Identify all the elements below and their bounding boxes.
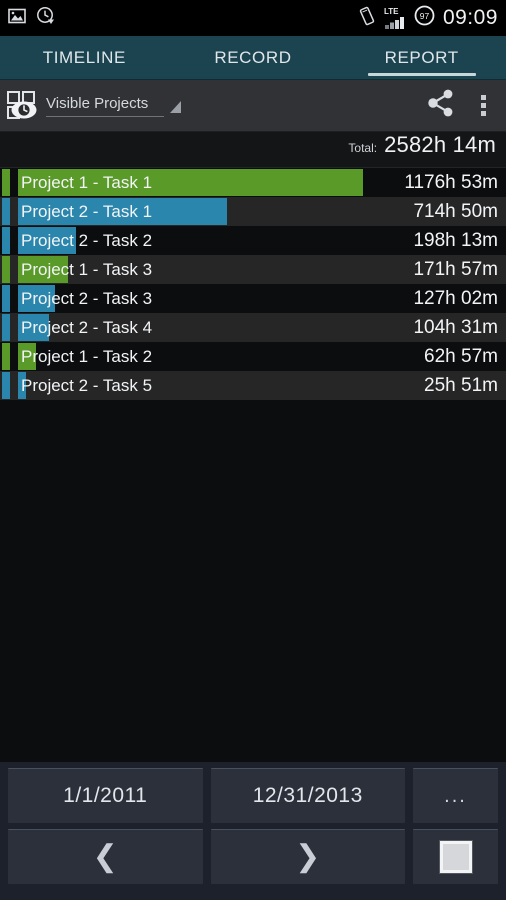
overflow-menu-icon[interactable] xyxy=(475,91,492,120)
table-row[interactable]: Project 2 - Task 3 127h 02m xyxy=(0,284,506,313)
status-bar-right-icons: LTE 97 09:09 xyxy=(358,5,498,31)
share-icon[interactable] xyxy=(425,88,457,123)
stop-button[interactable] xyxy=(413,829,498,884)
table-row[interactable]: Project 2 - Task 2 198h 13m xyxy=(0,226,506,255)
project-color-swatch xyxy=(2,314,10,341)
project-color-swatch xyxy=(2,343,10,370)
tab-report-label: REPORT xyxy=(384,47,459,67)
clock-arrow-icon xyxy=(36,6,56,31)
end-date-button[interactable]: 12/31/2013 xyxy=(210,768,405,823)
total-value: 2582h 14m xyxy=(384,132,496,157)
lte-signal-icon: LTE xyxy=(383,6,406,29)
table-row[interactable]: Project 2 - Task 4 104h 31m xyxy=(0,313,506,342)
table-row[interactable]: Project 1 - Task 1 1176h 53m xyxy=(0,168,506,197)
start-date-label: 1/1/2011 xyxy=(63,784,148,807)
tab-report[interactable]: REPORT xyxy=(337,36,506,79)
bottom-control-panel: 1/1/2011 12/31/2013 ... ❮ ❯ xyxy=(0,762,506,900)
empty-list-area xyxy=(0,400,506,762)
next-period-button[interactable]: ❯ xyxy=(210,829,405,884)
task-duration: 171h 57m xyxy=(413,258,498,280)
spinner-value: Visible Projects xyxy=(46,95,149,112)
task-duration: 127h 02m xyxy=(413,287,498,309)
total-label: Total: xyxy=(348,141,378,155)
report-bar-list: Project 1 - Task 1 1176h 53m Project 2 - T… xyxy=(0,168,506,400)
project-color-swatch xyxy=(2,169,10,196)
total-summary-bar: Total: 2582h 14m xyxy=(0,132,506,168)
task-duration: 198h 13m xyxy=(413,229,498,251)
chevron-left-icon: ❮ xyxy=(92,840,118,873)
chevron-right-icon: ❯ xyxy=(295,840,321,873)
task-name: Project 1 - Task 3 xyxy=(21,259,153,279)
app-root: LTE 97 09:09 TIMELINE RECORD REPORT Visi… xyxy=(0,0,506,900)
project-color-swatch xyxy=(2,256,10,283)
task-name: Project 1 - Task 1 xyxy=(21,172,153,192)
task-duration: 25h 51m xyxy=(424,374,498,396)
tab-record-label: RECORD xyxy=(214,47,292,67)
more-options-button[interactable]: ... xyxy=(413,768,498,823)
table-row[interactable]: Project 1 - Task 3 171h 57m xyxy=(0,255,506,284)
project-color-swatch xyxy=(2,285,10,312)
status-bar: LTE 97 09:09 xyxy=(0,0,506,36)
tab-record[interactable]: RECORD xyxy=(169,36,338,79)
task-name: Project 2 - Task 2 xyxy=(21,230,153,250)
task-name: Project 2 - Task 4 xyxy=(21,317,153,337)
table-row[interactable]: Project 1 - Task 2 62h 57m xyxy=(0,342,506,371)
navigation-row: ❮ ❯ xyxy=(8,829,498,884)
clock-time: 09:09 xyxy=(442,6,498,29)
projects-eye-icon xyxy=(4,88,44,124)
tab-indicator xyxy=(367,73,476,76)
status-bar-left-icons xyxy=(8,6,56,31)
task-name: Project 2 - Task 5 xyxy=(21,375,153,395)
dropdown-triangle-icon xyxy=(170,101,181,113)
table-row[interactable]: Project 2 - Task 1 714h 50m xyxy=(0,197,506,226)
visible-projects-spinner[interactable]: Visible Projects xyxy=(46,94,181,117)
project-color-swatch xyxy=(2,198,10,225)
task-duration: 1176h 53m xyxy=(404,171,498,193)
vibrate-icon xyxy=(358,6,376,31)
task-duration: 62h 57m xyxy=(424,345,498,367)
more-options-label: ... xyxy=(444,784,467,807)
end-date-label: 12/31/2013 xyxy=(252,784,363,807)
task-name: Project 2 - Task 3 xyxy=(21,288,153,308)
stop-square-icon xyxy=(438,840,473,874)
spinner-underline xyxy=(46,116,164,117)
project-color-swatch xyxy=(2,227,10,254)
table-row[interactable]: Project 2 - Task 5 25h 51m xyxy=(0,371,506,400)
lte-label: LTE xyxy=(383,6,399,16)
task-name: Project 1 - Task 2 xyxy=(21,346,153,366)
tab-timeline-label: TIMELINE xyxy=(42,47,126,67)
previous-period-button[interactable]: ❮ xyxy=(8,829,203,884)
date-range-row: 1/1/2011 12/31/2013 ... xyxy=(8,768,498,823)
project-color-swatch xyxy=(2,372,10,399)
task-name: Project 2 - Task 1 xyxy=(21,201,153,221)
tab-bar: TIMELINE RECORD REPORT xyxy=(0,36,506,80)
image-icon xyxy=(8,8,26,29)
task-duration: 714h 50m xyxy=(413,200,498,222)
action-bar: Visible Projects xyxy=(0,80,506,132)
svg-text:97: 97 xyxy=(420,11,430,21)
tab-timeline[interactable]: TIMELINE xyxy=(0,36,169,79)
battery-icon: 97 xyxy=(414,5,435,31)
task-duration: 104h 31m xyxy=(413,316,498,338)
start-date-button[interactable]: 1/1/2011 xyxy=(8,768,203,823)
